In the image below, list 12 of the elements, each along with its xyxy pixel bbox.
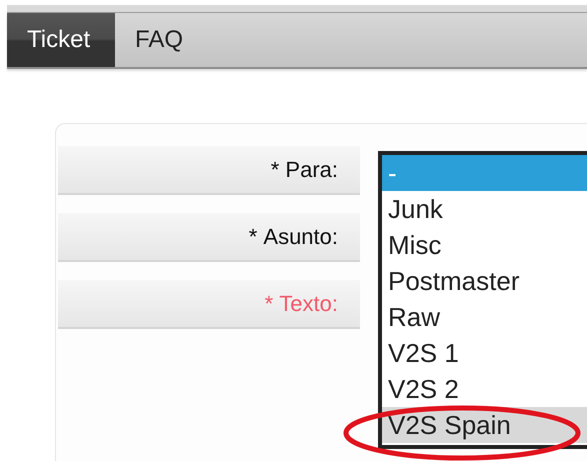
dropdown-option[interactable]: V2S 2: [382, 371, 587, 407]
dropdown-option[interactable]: Raw: [382, 299, 587, 335]
tab[interactable]: Ticket: [7, 13, 115, 67]
field-label: * Asunto:: [58, 213, 360, 262]
dropdown-list[interactable]: - Junk Misc Postmaster Raw V2S 1 V2S 2 V2S Spain: [378, 151, 587, 449]
field-label: * Para:: [58, 146, 360, 195]
tab[interactable]: FAQ: [115, 13, 204, 67]
field-label: * Texto:: [58, 280, 360, 329]
dropdown-option[interactable]: Postmaster: [382, 263, 587, 299]
dropdown-option[interactable]: V2S 1: [382, 335, 587, 371]
dropdown-option[interactable]: Misc: [382, 227, 587, 263]
dropdown-option[interactable]: Junk: [382, 191, 587, 227]
